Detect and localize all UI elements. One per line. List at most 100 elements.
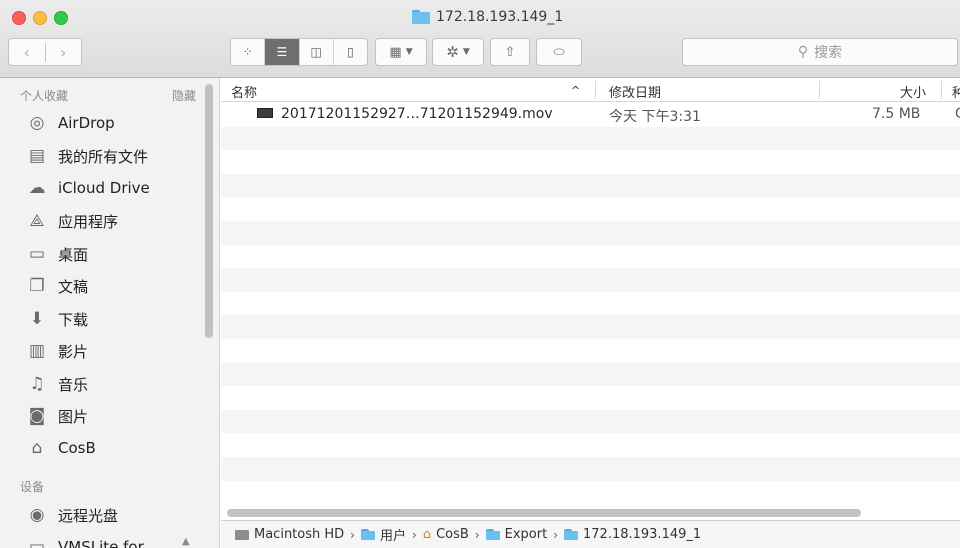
column-divider[interactable] <box>819 81 820 99</box>
path-segment[interactable]: Macintosh HD <box>235 527 344 542</box>
sidebar-item-movies[interactable]: ▥ 影片 <box>26 339 88 363</box>
back-button[interactable]: ‹ <box>9 43 45 62</box>
home-icon: ⌂ <box>422 527 432 542</box>
share-button[interactable]: ⇧ <box>490 38 530 66</box>
sidebar-item-applications[interactable]: ⟁ 应用程序 <box>26 209 118 233</box>
chevron-down-icon: ▼ <box>405 47 413 57</box>
sidebar-item-downloads[interactable]: ⬇ 下载 <box>26 307 88 331</box>
table-row <box>221 386 960 410</box>
eject-icon[interactable]: ▲ <box>182 536 190 547</box>
back-forward-group: ‹ › <box>8 38 82 66</box>
column-header-size[interactable]: 大小 <box>900 82 926 101</box>
sidebar-item-label: 文稿 <box>58 277 89 296</box>
sidebar-item-cosb[interactable]: ⌂ CosB <box>26 436 96 460</box>
tag-button[interactable]: ⬭ <box>536 38 582 66</box>
gear-icon: ✲ <box>446 43 459 61</box>
hide-favorites-button[interactable]: 隐藏 <box>172 87 196 104</box>
table-row <box>221 433 960 457</box>
download-icon: ⬇ <box>29 309 45 329</box>
path-segment-label: Export <box>504 527 548 542</box>
sidebar-item-pictures[interactable]: ◙ 图片 <box>26 404 88 428</box>
path-separator-icon: › <box>474 527 480 542</box>
forward-button[interactable]: › <box>44 42 82 62</box>
close-window-button[interactable] <box>12 11 26 25</box>
minimize-window-button[interactable] <box>33 11 47 25</box>
disc-icon: ◉ <box>29 505 45 525</box>
folder-icon <box>412 10 430 24</box>
table-row <box>221 362 960 387</box>
sidebar-item-documents[interactable]: ❐ 文稿 <box>26 274 88 298</box>
sidebar: 个人收藏 隐藏 ◎ AirDrop ▤ 我的所有文件 ☁ iCloud Driv… <box>0 78 220 548</box>
sidebar-item-label: AirDrop <box>58 114 115 132</box>
folder-icon <box>564 529 578 540</box>
arrange-button[interactable]: ▦ ▼ <box>375 38 427 66</box>
column-header-kind[interactable]: 种 <box>952 82 960 101</box>
file-kind-cell: Q <box>955 106 960 122</box>
path-segment-label: CosB <box>436 527 469 542</box>
folder-icon <box>360 529 375 540</box>
file-name-cell: 20171201152927…71201152949.mov <box>257 106 553 122</box>
list-view-button[interactable]: ☰ <box>264 39 299 65</box>
sidebar-item-label: 桌面 <box>58 245 89 264</box>
favorites-header: 个人收藏 <box>20 89 69 103</box>
chevron-down-icon: ▼ <box>462 47 470 57</box>
all-files-icon: ▤ <box>28 146 46 166</box>
sidebar-item-label: 下载 <box>58 310 89 329</box>
path-bar: Macintosh HD › 用户 › ⌂ CosB › Export › 17… <box>221 520 960 548</box>
sidebar-item-icloud-drive[interactable]: ☁ iCloud Drive <box>26 176 150 200</box>
column-view-button[interactable]: ◫ <box>298 39 333 65</box>
search-input[interactable]: ⚲ 搜索 <box>682 38 958 66</box>
path-segment[interactable]: Export <box>485 527 548 542</box>
view-mode-group: ⁘ ☰ ◫ ▯ <box>230 38 368 66</box>
path-segment-label: 用户 <box>379 529 406 544</box>
path-segment[interactable]: 用户 <box>360 525 406 544</box>
applications-icon: ⟁ <box>29 211 45 231</box>
share-icon: ⇧ <box>504 44 516 60</box>
sidebar-item-remote-disc[interactable]: ◉ 远程光盘 <box>26 503 118 527</box>
sidebar-item-vmslite[interactable]: ▭ VMSLite for <box>26 535 144 548</box>
column-divider[interactable] <box>941 81 942 99</box>
file-size-cell: 7.5 MB <box>872 106 921 122</box>
icon-view-button[interactable]: ⁘ <box>231 39 264 65</box>
column-header-row: 名称 ^ 修改日期 大小 种 <box>221 78 960 102</box>
sidebar-item-desktop[interactable]: ▭ 桌面 <box>26 242 88 266</box>
music-icon: ♫ <box>29 374 45 394</box>
column-header-modified[interactable]: 修改日期 <box>609 82 661 101</box>
sidebar-item-label: 远程光盘 <box>58 506 119 525</box>
horizontal-scrollbar[interactable] <box>227 509 861 517</box>
sidebar-item-label: 我的所有文件 <box>58 147 149 166</box>
sidebar-item-music[interactable]: ♫ 音乐 <box>26 372 88 396</box>
file-modified-cell: 今天 下午3:31 <box>609 109 701 125</box>
sidebar-item-label: 应用程序 <box>58 212 119 231</box>
table-row <box>221 456 960 481</box>
cloud-icon: ☁ <box>28 178 46 198</box>
desktop-icon: ▭ <box>28 244 46 264</box>
table-row <box>221 126 960 151</box>
path-separator-icon: › <box>412 527 417 542</box>
table-row <box>221 409 960 434</box>
path-segment[interactable]: ⌂ CosB <box>423 527 469 542</box>
hard-drive-icon <box>235 529 249 540</box>
sidebar-scrollbar[interactable] <box>205 84 213 338</box>
documents-icon: ❐ <box>29 276 45 296</box>
table-row <box>221 150 960 174</box>
sidebar-item-label: 影片 <box>58 342 89 361</box>
airdrop-icon: ◎ <box>29 113 45 133</box>
sidebar-item-airdrop[interactable]: ◎ AirDrop <box>26 111 115 135</box>
sort-ascending-icon: ^ <box>571 84 581 97</box>
path-segment[interactable]: 172.18.193.149_1 <box>564 527 701 542</box>
sidebar-item-label: CosB <box>58 439 96 457</box>
path-segment-label: Macintosh HD <box>254 527 345 542</box>
column-header-name[interactable]: 名称 <box>231 82 257 101</box>
table-row <box>221 268 960 292</box>
action-button[interactable]: ✲ ▼ <box>432 38 484 66</box>
drive-icon: ▭ <box>28 537 46 548</box>
cover-flow-button[interactable]: ▯ <box>332 39 367 65</box>
file-name: 20171201152927…71201152949.mov <box>281 106 553 122</box>
column-divider[interactable] <box>595 81 596 99</box>
table-row <box>221 220 960 245</box>
sidebar-item-all-files[interactable]: ▤ 我的所有文件 <box>26 144 148 168</box>
table-row[interactable]: 20171201152927…71201152949.mov 今天 下午3:31… <box>221 103 960 127</box>
folder-icon <box>485 529 500 540</box>
zoom-window-button[interactable] <box>54 11 68 25</box>
